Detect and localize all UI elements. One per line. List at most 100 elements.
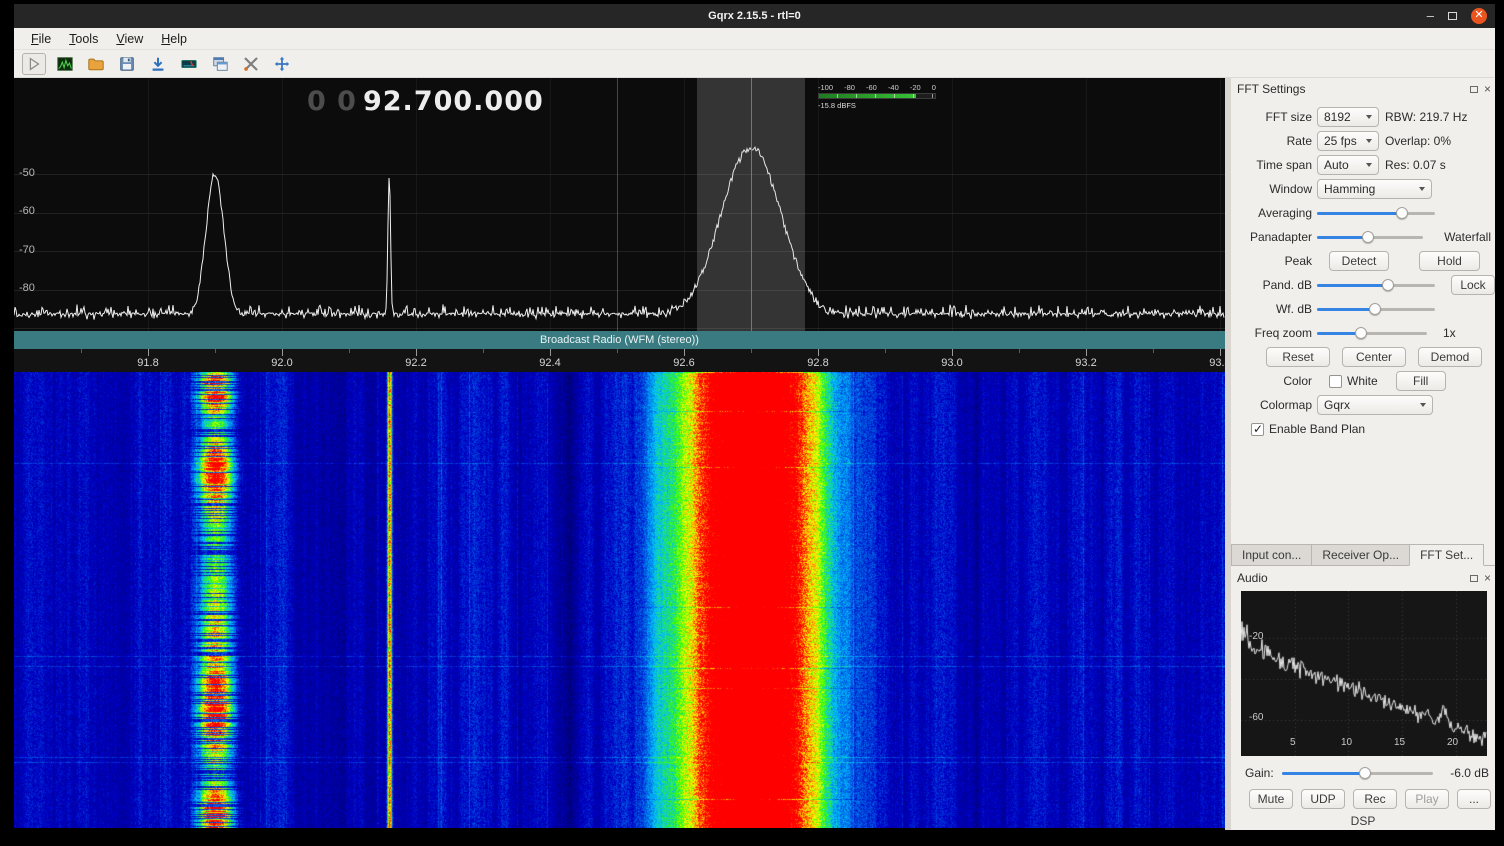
demod-button[interactable]: Demod (1418, 347, 1482, 367)
close-icon[interactable]: ✕ (1471, 8, 1487, 24)
pand-db-row: Pand. dB Lock (1231, 274, 1495, 296)
minimize-icon[interactable]: – (1427, 11, 1434, 21)
iq-record-button[interactable] (146, 53, 170, 75)
reset-button[interactable]: Reset (1266, 347, 1330, 367)
tab-input-controls[interactable]: Input con... (1231, 544, 1311, 565)
rate-select[interactable]: 25 fps (1317, 131, 1379, 151)
colormap-select[interactable]: Gqrx (1317, 395, 1433, 415)
floppy-icon (118, 55, 136, 73)
udp-button[interactable]: UDP (1301, 789, 1345, 809)
window-label: Window (1231, 182, 1317, 196)
freq-tick-label: 93.4 (1200, 357, 1225, 369)
enable-band-plan-checkbox[interactable] (1251, 423, 1264, 436)
pan-button[interactable] (270, 53, 294, 75)
time-span-row: Time span Auto Res: 0.07 s (1231, 154, 1495, 176)
white-checkbox-label[interactable]: White (1347, 374, 1378, 388)
tab-fft-settings[interactable]: FFT Set... (1409, 544, 1484, 566)
play-button[interactable]: Play (1405, 789, 1449, 809)
pand-db-slider[interactable] (1317, 277, 1435, 293)
dbfs-meter-scale: -100-80-60-40-200 (818, 84, 936, 92)
plot-buttons-row: Reset Center Demod (1231, 346, 1495, 368)
panadapter-row: Panadapter Waterfall (1231, 226, 1495, 248)
freq-tick-label: 92.2 (396, 357, 436, 369)
freq-tick (550, 349, 551, 356)
menu-tools[interactable]: Tools (60, 30, 107, 48)
freq-zoom-slider[interactable] (1317, 325, 1427, 341)
titlebar[interactable]: Gqrx 2.15.5 - rtl=0 – ✕ (14, 4, 1495, 28)
fft-plot[interactable]: -50 -60 -70 -80 0 092.700.000 -100-80-60… (14, 78, 1225, 332)
freq-minor-tick (81, 349, 82, 353)
more-button[interactable]: ... (1457, 789, 1491, 809)
tuned-frequency-line (751, 78, 752, 332)
menu-file[interactable]: File (22, 30, 60, 48)
freq-zoom-value: 1x (1443, 326, 1456, 340)
colormap-row: Colormap Gqrx (1231, 394, 1495, 416)
colormap-value: Gqrx (1324, 398, 1350, 412)
audio-khz-label: 15 (1394, 737, 1405, 748)
wf-db-slider[interactable] (1317, 301, 1435, 317)
freq-minor-tick (751, 349, 752, 353)
fft-size-label: FFT size (1231, 110, 1317, 124)
float-panel-icon[interactable] (1470, 575, 1478, 582)
window-row: Window Hamming (1231, 178, 1495, 200)
freq-tick (818, 349, 819, 356)
frequency-scale[interactable]: 91.892.092.292.492.692.893.093.293.4 (14, 349, 1225, 372)
right-panel: FFT Settings × FFT size 8192 RBW: 219.7 … (1231, 78, 1495, 830)
audio-panel: Audio × -20 -60 5 10 15 20 Gain: (1231, 566, 1495, 830)
averaging-slider[interactable] (1317, 205, 1435, 221)
menu-help[interactable]: Help (152, 30, 196, 48)
enable-band-plan-label[interactable]: Enable Band Plan (1269, 422, 1365, 436)
fill-button[interactable]: Fill (1396, 371, 1446, 391)
slider-handle[interactable] (1355, 327, 1367, 339)
slider-handle[interactable] (1359, 767, 1371, 779)
gain-row: Gain: -6.0 dB (1245, 764, 1489, 782)
lock-button[interactable]: Lock (1451, 275, 1495, 295)
rec-button[interactable]: Rec (1353, 789, 1397, 809)
tab-receiver-options[interactable]: Receiver Op... (1311, 544, 1409, 565)
db-axis-label: -80 (19, 282, 35, 294)
float-panel-icon[interactable] (1470, 86, 1478, 93)
tools-button[interactable] (239, 53, 263, 75)
waterfall-display[interactable] (14, 372, 1225, 828)
maximize-icon[interactable] (1448, 12, 1457, 20)
freq-zoom-row: Freq zoom 1x (1231, 322, 1495, 344)
close-panel-icon[interactable]: × (1484, 84, 1491, 94)
fft-size-select[interactable]: 8192 (1317, 107, 1379, 127)
panadapter-slider[interactable] (1317, 229, 1423, 245)
peak-detect-button[interactable]: Detect (1329, 251, 1389, 271)
window-select[interactable]: Hamming (1317, 179, 1432, 199)
duplicate-view-button[interactable] (208, 53, 232, 75)
close-panel-icon[interactable]: × (1484, 573, 1491, 583)
audio-fft-plot[interactable]: -20 -60 5 10 15 20 (1241, 591, 1487, 756)
fft-size-value: 8192 (1324, 110, 1351, 124)
gain-slider[interactable] (1282, 765, 1433, 781)
open-file-button[interactable] (84, 53, 108, 75)
slider-handle[interactable] (1369, 303, 1381, 315)
db-axis-label: -60 (19, 205, 35, 217)
menu-view[interactable]: View (107, 30, 152, 48)
save-file-button[interactable] (115, 53, 139, 75)
start-dsp-button[interactable] (22, 53, 46, 75)
rate-row: Rate 25 fps Overlap: 0% (1231, 130, 1495, 152)
slider-handle[interactable] (1362, 231, 1374, 243)
white-checkbox[interactable] (1329, 375, 1342, 388)
dbfs-tick-label: -40 (888, 84, 899, 92)
dbfs-tick-label: -60 (866, 84, 877, 92)
frequency-display[interactable]: 0 092.700.000 (307, 86, 544, 117)
panadapter-label: Panadapter (1231, 230, 1317, 244)
colormap-label: Colormap (1231, 398, 1317, 412)
bandplan-bar[interactable]: Broadcast Radio (WFM (stereo)) (14, 331, 1225, 349)
freq-tick-label: 92.6 (664, 357, 704, 369)
gauge-icon (180, 55, 198, 73)
res-label: Res: 0.07 s (1385, 158, 1446, 172)
dbfs-tick-label: -20 (910, 84, 921, 92)
slider-handle[interactable] (1396, 207, 1408, 219)
time-span-select[interactable]: Auto (1317, 155, 1379, 175)
spectrum-trace (14, 78, 1225, 332)
tuner-button[interactable] (177, 53, 201, 75)
mute-button[interactable]: Mute (1249, 789, 1293, 809)
peak-hold-button[interactable]: Hold (1419, 251, 1480, 271)
slider-handle[interactable] (1382, 279, 1394, 291)
center-button[interactable]: Center (1342, 347, 1406, 367)
fft-display-button[interactable] (53, 53, 77, 75)
